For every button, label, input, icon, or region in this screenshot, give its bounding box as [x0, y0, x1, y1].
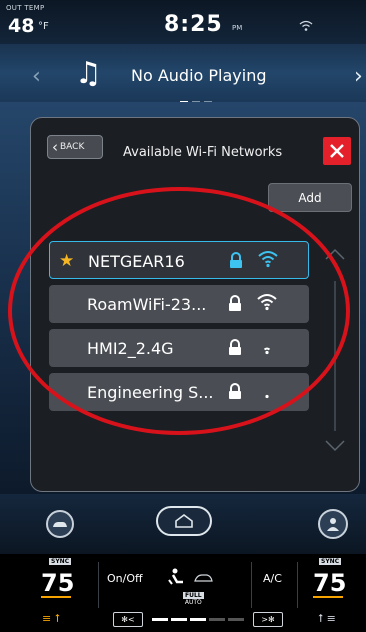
status-bar: OUT TEMP 48 °F 8:25 PM	[0, 0, 366, 44]
network-name: NETGEAR16	[88, 252, 185, 271]
network-row-roamwifi[interactable]: RoamWiFi-23...	[49, 285, 309, 323]
panel-title: Available Wi-Fi Networks	[123, 145, 283, 160]
back-chevron-icon: ‹	[52, 137, 58, 156]
favorite-star-icon: ★	[59, 251, 75, 271]
scrollbar-track[interactable]	[334, 281, 336, 431]
left-temp[interactable]: 75	[41, 569, 74, 597]
music-note-icon: ♫	[75, 56, 102, 91]
left-seat-heat-icon[interactable]: ≡ ⭡	[42, 612, 60, 626]
fan-down-icon: ✻<	[121, 615, 135, 624]
home-icon	[175, 514, 193, 528]
back-button[interactable]: ‹ BACK	[47, 135, 103, 159]
fan-speed-bar	[152, 618, 244, 621]
audio-status-text: No Audio Playing	[131, 66, 267, 85]
person-icon	[327, 518, 339, 531]
climate-bar: SYNC 75 On/Off FULL AUTO A/C SYNC 75 ≡ ⭡…	[0, 554, 366, 632]
close-button[interactable]	[323, 137, 351, 165]
sync-badge-left: SYNC	[49, 558, 72, 565]
fan-up-icon: >✻	[261, 615, 275, 624]
clock: 8:25	[164, 12, 223, 37]
out-temp-value: 48	[8, 15, 35, 37]
network-row-engineering[interactable]: Engineering S...	[49, 373, 309, 411]
audio-prev-chevron-icon[interactable]: ‹	[32, 64, 41, 89]
auto-label: AUTO	[184, 599, 202, 606]
airflow-mode-icon[interactable]	[167, 568, 215, 590]
car-icon	[53, 522, 67, 527]
scroll-up-chevron-icon[interactable]	[325, 248, 345, 260]
out-temp-label: OUT TEMP	[6, 4, 45, 12]
wifi-signal-strong-icon	[258, 251, 278, 268]
sync-badge-right: SYNC	[319, 558, 342, 565]
right-seat-heat-icon[interactable]: ⭡ ≡	[318, 612, 336, 626]
climate-onoff-button[interactable]: On/Off	[107, 572, 143, 585]
network-name: Engineering S...	[87, 383, 214, 402]
divider	[297, 562, 298, 608]
clock-ampm: PM	[232, 24, 243, 32]
lock-icon	[229, 339, 241, 355]
wifi-signal-strong-icon	[257, 294, 277, 311]
divider	[251, 562, 252, 608]
network-row-netgear16[interactable]: ★ NETGEAR16	[49, 241, 309, 279]
divider	[98, 562, 99, 608]
add-network-button[interactable]: Add	[268, 183, 352, 212]
lock-icon	[230, 252, 242, 268]
network-name: RoamWiFi-23...	[87, 295, 207, 314]
network-row-hmi2[interactable]: HMI2_2.4G	[49, 329, 309, 367]
lock-icon	[229, 383, 241, 399]
fan-speed-down-button[interactable]: ✻<	[113, 612, 143, 627]
right-temp[interactable]: 75	[313, 569, 346, 597]
wifi-signal-minimal-icon	[265, 394, 269, 399]
vehicle-button[interactable]	[46, 510, 74, 538]
home-button[interactable]	[156, 506, 212, 536]
ac-button[interactable]: A/C	[263, 572, 282, 585]
profile-button[interactable]	[318, 509, 348, 539]
scroll-down-chevron-icon[interactable]	[325, 440, 345, 452]
audio-bar[interactable]: ‹ ♫ No Audio Playing ›	[0, 44, 366, 103]
wifi-networks-panel: ‹ BACK Available Wi-Fi Networks Add ★ NE…	[30, 117, 360, 492]
fan-speed-up-button[interactable]: >✻	[253, 612, 283, 627]
wifi-status-icon	[299, 20, 313, 31]
close-icon	[330, 144, 344, 158]
full-badge: FULL	[183, 592, 204, 599]
out-temp-unit: °F	[38, 21, 49, 32]
right-temp-indicator	[313, 596, 343, 598]
wifi-signal-low-icon	[263, 347, 271, 355]
back-button-label: BACK	[60, 142, 85, 152]
left-temp-indicator	[41, 596, 71, 598]
full-auto-indicator: FULL AUTO	[183, 592, 204, 606]
audio-next-chevron-icon[interactable]: ›	[354, 64, 363, 89]
lock-icon	[229, 295, 241, 311]
network-name: HMI2_2.4G	[87, 339, 174, 358]
